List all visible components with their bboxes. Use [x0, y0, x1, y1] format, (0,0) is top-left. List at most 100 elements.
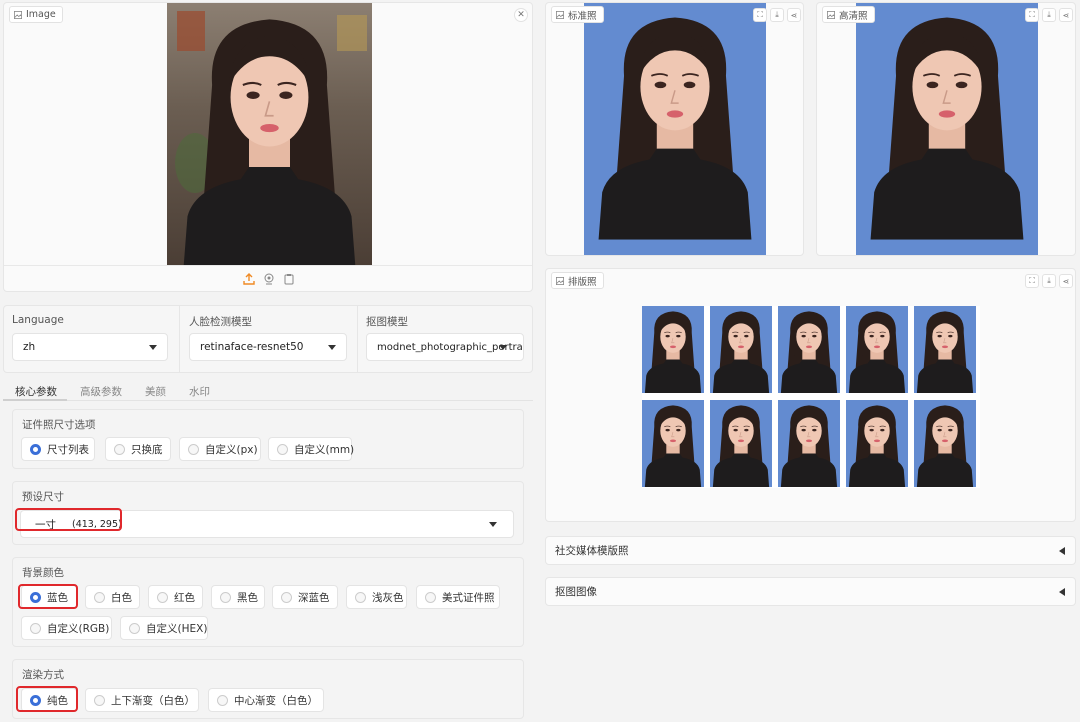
- portrait-image: [642, 400, 704, 487]
- fullscreen-icon[interactable]: ⛶: [753, 8, 767, 22]
- chevron-down-icon: [328, 345, 336, 350]
- social-media-template-accordion[interactable]: 社交媒体模版照: [545, 536, 1076, 565]
- collapse-caret-icon: [1059, 547, 1065, 555]
- render_mode-option-label: 中心渐变（白色）: [234, 694, 318, 707]
- render_mode-option-label: 上下渐变（白色）: [111, 694, 195, 707]
- hd-photo-label: 高清照: [822, 6, 875, 23]
- tab-beauty[interactable]: 美颜: [145, 384, 166, 399]
- radio-dot-icon: [188, 443, 199, 455]
- layout-photo-tile: [846, 400, 908, 487]
- bg_color-option[interactable]: 自定义(HEX): [120, 616, 208, 640]
- layout-photo-tile: [914, 400, 976, 487]
- clipboard-icon[interactable]: [283, 273, 295, 285]
- webcam-icon[interactable]: [263, 273, 275, 285]
- matting-image-accordion[interactable]: 抠图图像: [545, 577, 1076, 606]
- download-icon[interactable]: ⤓: [770, 8, 784, 22]
- portrait-image: [710, 400, 772, 487]
- portrait-image: [710, 306, 772, 393]
- language-label: Language: [12, 314, 64, 326]
- radio-dot-icon: [30, 622, 41, 634]
- size_option-option[interactable]: 只换底: [105, 437, 171, 461]
- layout-photo-label: 排版照: [551, 272, 604, 289]
- layout-photo-tile: [778, 306, 840, 393]
- portrait-image: [642, 306, 704, 393]
- layout-photo-tile: [710, 306, 772, 393]
- face-model-label: 人脸检测模型: [189, 316, 252, 328]
- size_option-option[interactable]: 尺寸列表: [21, 437, 95, 461]
- bg_color-option-label: 黑色: [237, 591, 258, 604]
- size_option-option-label: 自定义(px): [205, 443, 258, 456]
- layout-sheet: [642, 306, 980, 488]
- radio-dot-icon: [157, 591, 168, 603]
- chevron-down-icon: [489, 522, 497, 527]
- bg_color-option[interactable]: 红色: [148, 585, 203, 609]
- layout-photo-tile: [914, 306, 976, 393]
- close-icon[interactable]: ✕: [514, 8, 528, 22]
- radio-dot-icon: [425, 591, 436, 603]
- size_option-option[interactable]: 自定义(px): [179, 437, 261, 461]
- input-image-label: Image: [9, 6, 63, 23]
- highlight-box: [16, 686, 78, 712]
- tab-advanced-params[interactable]: 高级参数: [80, 384, 122, 399]
- share-icon[interactable]: ⋖: [1059, 8, 1073, 22]
- bg_color-option-label: 红色: [174, 591, 195, 604]
- radio-dot-icon: [220, 591, 231, 603]
- bg_color-option[interactable]: 自定义(RGB): [21, 616, 112, 640]
- render_mode-option[interactable]: 中心渐变（白色）: [208, 688, 324, 712]
- radio-dot-icon: [30, 443, 41, 455]
- download-icon[interactable]: ⤓: [1042, 8, 1056, 22]
- size-option-label: 证件照尺寸选项: [22, 419, 96, 431]
- hd-photo-panel: 高清照 ⛶ ⤓ ⋖: [816, 2, 1076, 256]
- radio-dot-icon: [114, 443, 125, 455]
- language-select[interactable]: zh: [12, 333, 168, 361]
- size_option-option[interactable]: 自定义(mm): [268, 437, 355, 461]
- bg_color-option[interactable]: 深蓝色: [272, 585, 338, 609]
- fullscreen-icon[interactable]: ⛶: [1025, 8, 1039, 22]
- portrait-image: [856, 3, 1038, 240]
- bg_color-option-label: 自定义(HEX): [146, 622, 208, 635]
- input-image-panel[interactable]: Image ✕: [3, 2, 533, 292]
- portrait-image: [167, 3, 372, 265]
- tab-watermark[interactable]: 水印: [189, 384, 210, 399]
- layout-photo-tile: [778, 400, 840, 487]
- radio-dot-icon: [94, 591, 105, 603]
- bg_color-option[interactable]: 黑色: [211, 585, 265, 609]
- bg_color-option[interactable]: 白色: [85, 585, 140, 609]
- layout-photo-tile: [710, 400, 772, 487]
- bg_color-option-label: 浅灰色: [372, 591, 404, 604]
- input-photo: [167, 3, 372, 265]
- share-icon[interactable]: ⋖: [787, 8, 801, 22]
- image-icon: [556, 276, 564, 285]
- radio-dot-icon: [355, 591, 366, 603]
- radio-dot-icon: [94, 694, 105, 706]
- bg_color-option-label: 白色: [111, 591, 132, 604]
- fullscreen-icon[interactable]: ⛶: [1025, 274, 1039, 288]
- face-model-select[interactable]: retinaface-resnet50: [189, 333, 347, 361]
- tab-core-params[interactable]: 核心参数: [15, 384, 57, 399]
- matting-model-select[interactable]: modnet_photographic_portrait: [366, 333, 524, 361]
- matting-model-label: 抠图模型: [366, 316, 408, 328]
- render-mode-label: 渲染方式: [22, 669, 64, 681]
- standard-photo-panel: 标准照 ⛶ ⤓ ⋖: [545, 2, 804, 256]
- active-tab-indicator: [3, 399, 67, 401]
- share-icon[interactable]: ⋖: [1059, 274, 1073, 288]
- render_mode-option[interactable]: 上下渐变（白色）: [85, 688, 199, 712]
- radio-dot-icon: [281, 591, 292, 603]
- download-icon[interactable]: ⤓: [1042, 274, 1056, 288]
- portrait-image: [914, 400, 976, 487]
- image-icon: [556, 10, 564, 19]
- size_option-option-label: 自定义(mm): [294, 443, 355, 456]
- highlight-box: [15, 508, 122, 531]
- bg_color-option[interactable]: 浅灰色: [346, 585, 407, 609]
- bg_color-option[interactable]: 美式证件照: [416, 585, 500, 609]
- layout-photo-tile: [642, 306, 704, 393]
- portrait-image: [846, 306, 908, 393]
- upload-icon[interactable]: [243, 273, 255, 285]
- portrait-image: [778, 306, 840, 393]
- radio-dot-icon: [277, 443, 288, 455]
- portrait-image: [914, 306, 976, 393]
- bg-color-label: 背景颜色: [22, 567, 64, 579]
- bg_color-option-label: 美式证件照: [442, 591, 495, 604]
- size_option-option-label: 尺寸列表: [47, 443, 89, 456]
- size_option-option-label: 只换底: [131, 443, 163, 456]
